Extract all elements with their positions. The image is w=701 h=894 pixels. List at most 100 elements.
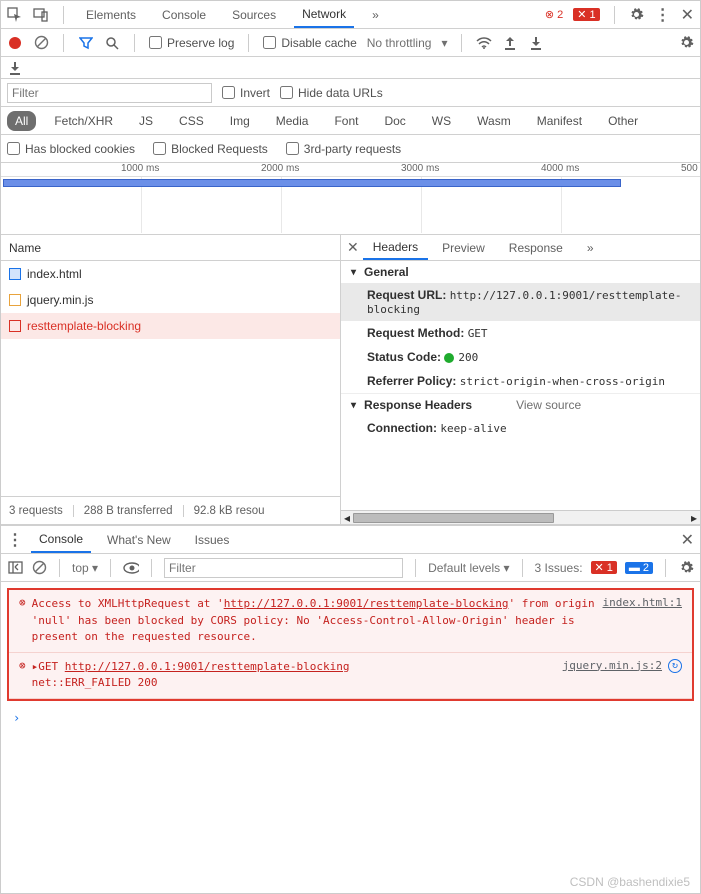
console-prompt[interactable]: › <box>1 707 700 729</box>
error-source-link[interactable]: jquery.min.js:2 <box>563 659 662 672</box>
filter-icon[interactable] <box>78 35 94 51</box>
type-ws[interactable]: WS <box>424 111 459 131</box>
console-error-cors[interactable]: ⊗ Access to XMLHttpRequest at 'http://12… <box>9 590 692 653</box>
type-font[interactable]: Font <box>326 111 366 131</box>
section-response-headers[interactable]: Response HeadersView source <box>341 393 700 416</box>
request-row-jquery[interactable]: jquery.min.js <box>1 287 340 313</box>
type-fetchxhr[interactable]: Fetch/XHR <box>46 111 121 131</box>
type-media[interactable]: Media <box>268 111 317 131</box>
close-devtools[interactable]: ✕ <box>681 5 694 25</box>
tab-console[interactable]: Console <box>154 3 214 27</box>
type-manifest[interactable]: Manifest <box>529 111 590 131</box>
filter-input[interactable] <box>7 83 212 103</box>
network-settings-icon[interactable] <box>678 35 694 51</box>
view-source-link[interactable]: View source <box>516 398 581 412</box>
network-toolbar-2 <box>1 57 700 79</box>
request-row-resttemplate[interactable]: resttemplate-blocking <box>1 313 340 339</box>
request-row-index[interactable]: index.html <box>1 261 340 287</box>
device-icon[interactable] <box>33 7 49 23</box>
detail-tabs: ✕ Headers Preview Response » <box>341 235 700 261</box>
watermark: CSDN @bashendixie5 <box>570 875 690 889</box>
console-filter-input[interactable] <box>164 558 403 578</box>
kebab-icon[interactable]: ⋮ <box>655 5 671 25</box>
search-icon[interactable] <box>104 35 120 51</box>
type-filter-bar: All Fetch/XHR JS CSS Img Media Font Doc … <box>1 107 700 135</box>
type-img[interactable]: Img <box>222 111 258 131</box>
detail-tabs-more[interactable]: » <box>577 237 604 259</box>
hide-dataurls-check[interactable]: Hide data URLs <box>280 86 383 100</box>
file-icon <box>9 320 21 332</box>
levels-select[interactable]: Default levels ▾ <box>428 561 509 575</box>
error-count[interactable]: ⊗ 2 <box>545 8 563 21</box>
status-dot-icon <box>444 353 454 363</box>
type-js[interactable]: JS <box>131 111 161 131</box>
clear-icon[interactable] <box>33 35 49 51</box>
drawer-tab-whatsnew[interactable]: What's New <box>99 528 179 552</box>
tabs-overflow[interactable]: » <box>364 3 387 27</box>
wifi-icon[interactable] <box>476 35 492 51</box>
console-sidebar-icon[interactable] <box>7 560 23 576</box>
throttling-select[interactable]: No throttling ▾ <box>367 36 448 50</box>
upload-icon[interactable] <box>502 35 518 51</box>
drawer-close[interactable]: ✕ <box>681 530 694 550</box>
error-solid-count[interactable]: ✕ 1 <box>573 8 599 21</box>
tab-headers[interactable]: Headers <box>363 236 428 260</box>
type-wasm[interactable]: Wasm <box>469 111 519 131</box>
live-expr-icon[interactable] <box>123 560 139 576</box>
timeline-selection[interactable] <box>3 179 621 187</box>
type-check-bar: Has blocked cookies Blocked Requests 3rd… <box>1 135 700 163</box>
settings-icon[interactable] <box>629 7 645 23</box>
console-messages: ⊗ Access to XMLHttpRequest at 'http://12… <box>7 588 694 701</box>
drawer-menu-icon[interactable]: ⋮ <box>7 530 23 550</box>
error-icon: ⊗ <box>19 659 26 672</box>
invert-check[interactable]: Invert <box>222 86 270 100</box>
status-code-key: Status Code: <box>367 350 441 364</box>
file-icon <box>9 294 21 306</box>
tick-3000: 3000 ms <box>401 163 439 174</box>
context-select[interactable]: top ▾ <box>72 561 98 575</box>
console-error-get[interactable]: ⊗ ▸GET http://127.0.0.1:9001/resttemplat… <box>9 653 692 699</box>
drawer-tabs: ⋮ Console What's New Issues ✕ <box>1 526 700 554</box>
name-column-header[interactable]: Name <box>1 235 340 261</box>
close-details[interactable]: ✕ <box>347 239 359 256</box>
type-all[interactable]: All <box>7 111 36 131</box>
request-method-value: GET <box>468 327 488 340</box>
download-icon[interactable] <box>528 35 544 51</box>
error-text: ▸GET http://127.0.0.1:9001/resttemplate-… <box>32 659 557 692</box>
h-scrollbar[interactable]: ◂ ▸ <box>341 510 700 524</box>
connection-value: keep-alive <box>440 422 506 435</box>
tick-1000: 1000 ms <box>121 163 159 174</box>
status-code-value: 200 <box>458 351 478 364</box>
request-name: resttemplate-blocking <box>27 319 141 333</box>
console-clear-icon[interactable] <box>31 560 47 576</box>
tab-preview[interactable]: Preview <box>432 237 495 259</box>
download-har-icon[interactable] <box>7 60 23 76</box>
error-source-link[interactable]: index.html:1 <box>603 596 682 609</box>
type-other[interactable]: Other <box>600 111 646 131</box>
file-icon <box>9 268 21 280</box>
drawer-tab-console[interactable]: Console <box>31 527 91 553</box>
issues-link[interactable]: 3 Issues: <box>535 561 583 575</box>
drawer-tab-issues[interactable]: Issues <box>187 528 238 552</box>
tab-sources[interactable]: Sources <box>224 3 284 27</box>
preserve-log-check[interactable]: Preserve log <box>149 36 234 50</box>
tab-response[interactable]: Response <box>499 237 573 259</box>
reload-icon[interactable]: ↻ <box>668 659 682 673</box>
blocked-requests-check[interactable]: Blocked Requests <box>153 142 268 156</box>
issue-error-count[interactable]: ✕ 1 <box>591 561 617 574</box>
error-text: Access to XMLHttpRequest at 'http://127.… <box>32 596 597 646</box>
section-general[interactable]: General <box>341 261 700 283</box>
tab-elements[interactable]: Elements <box>78 3 144 27</box>
thirdparty-check[interactable]: 3rd-party requests <box>286 142 401 156</box>
disable-cache-check[interactable]: Disable cache <box>263 36 356 50</box>
console-settings-icon[interactable] <box>678 560 694 576</box>
record-icon[interactable] <box>7 35 23 51</box>
timeline[interactable]: 1000 ms 2000 ms 3000 ms 4000 ms 500 <box>1 163 700 235</box>
type-doc[interactable]: Doc <box>376 111 413 131</box>
type-css[interactable]: CSS <box>171 111 212 131</box>
blocked-cookies-check[interactable]: Has blocked cookies <box>7 142 135 156</box>
inspect-icon[interactable] <box>7 7 23 23</box>
network-table: Name index.html jquery.min.js resttempla… <box>1 235 700 525</box>
issue-info-count[interactable]: ▬ 2 <box>625 562 653 574</box>
tab-network[interactable]: Network <box>294 2 354 28</box>
